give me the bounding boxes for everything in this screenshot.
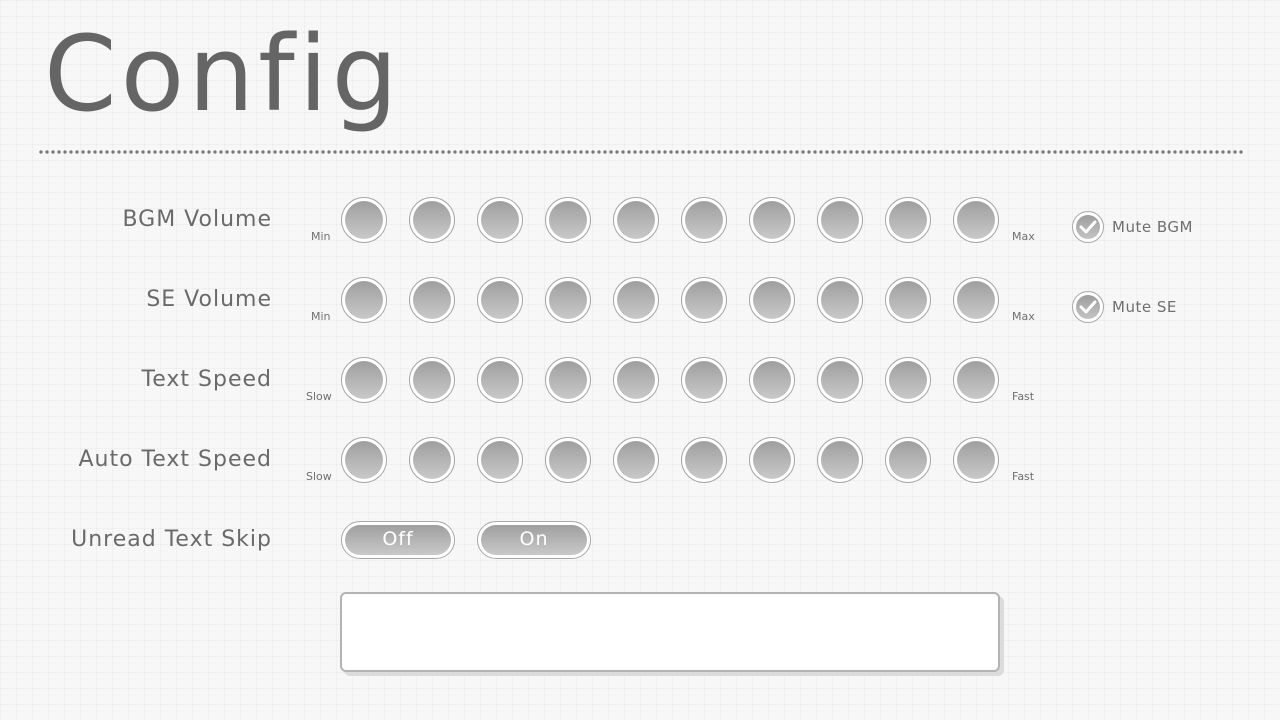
skip-on-button[interactable]: On <box>477 521 591 559</box>
text-speed-step-4[interactable] <box>545 357 591 403</box>
bgm-volume-min-label: Min <box>311 230 331 243</box>
page-title: Config <box>44 13 402 135</box>
se-volume-step-10[interactable] <box>953 277 999 323</box>
skip-off-label: Off <box>382 528 414 550</box>
se-volume-step-2[interactable] <box>409 277 455 323</box>
mute-se-label: Mute SE <box>1112 298 1177 316</box>
text-speed-step-8[interactable] <box>817 357 863 403</box>
auto-text-speed-step-9[interactable] <box>885 437 931 483</box>
auto-text-speed-label: Auto Text Speed <box>78 447 272 472</box>
auto-text-speed-max-label: Fast <box>1012 470 1035 483</box>
dotted-divider <box>38 149 1244 155</box>
bgm-volume-step-10[interactable] <box>953 197 999 243</box>
auto-text-speed-slider <box>341 437 1001 483</box>
bgm-volume-step-6[interactable] <box>681 197 727 243</box>
text-speed-step-1[interactable] <box>341 357 387 403</box>
bgm-volume-step-1[interactable] <box>341 197 387 243</box>
se-volume-step-4[interactable] <box>545 277 591 323</box>
auto-text-speed-step-6[interactable] <box>681 437 727 483</box>
bgm-volume-step-3[interactable] <box>477 197 523 243</box>
checkmark-icon <box>1072 291 1104 323</box>
mute-bgm-checkbox[interactable]: Mute BGM <box>1072 211 1242 243</box>
skip-off-button[interactable]: Off <box>341 521 455 559</box>
text-speed-step-9[interactable] <box>885 357 931 403</box>
auto-text-speed-step-2[interactable] <box>409 437 455 483</box>
message-preview-box <box>340 592 1000 672</box>
auto-text-speed-step-5[interactable] <box>613 437 659 483</box>
text-speed-max-label: Fast <box>1012 390 1035 403</box>
auto-text-speed-step-8[interactable] <box>817 437 863 483</box>
auto-text-speed-step-10[interactable] <box>953 437 999 483</box>
se-volume-step-1[interactable] <box>341 277 387 323</box>
unread-text-skip-label: Unread Text Skip <box>71 527 272 552</box>
se-volume-step-6[interactable] <box>681 277 727 323</box>
se-volume-slider <box>341 277 1001 323</box>
auto-text-speed-step-1[interactable] <box>341 437 387 483</box>
text-speed-step-5[interactable] <box>613 357 659 403</box>
se-volume-step-5[interactable] <box>613 277 659 323</box>
bgm-volume-step-2[interactable] <box>409 197 455 243</box>
text-speed-step-2[interactable] <box>409 357 455 403</box>
bgm-volume-label: BGM Volume <box>122 207 272 232</box>
checkmark-icon <box>1072 211 1104 243</box>
auto-text-speed-step-4[interactable] <box>545 437 591 483</box>
text-speed-step-6[interactable] <box>681 357 727 403</box>
se-volume-min-label: Min <box>311 310 331 323</box>
text-speed-min-label: Slow <box>306 390 332 403</box>
auto-text-speed-step-3[interactable] <box>477 437 523 483</box>
bgm-volume-max-label: Max <box>1012 230 1035 243</box>
bgm-volume-step-8[interactable] <box>817 197 863 243</box>
se-volume-step-9[interactable] <box>885 277 931 323</box>
se-volume-step-8[interactable] <box>817 277 863 323</box>
auto-text-speed-step-7[interactable] <box>749 437 795 483</box>
auto-text-speed-min-label: Slow <box>306 470 332 483</box>
text-speed-step-3[interactable] <box>477 357 523 403</box>
se-volume-max-label: Max <box>1012 310 1035 323</box>
text-speed-step-7[interactable] <box>749 357 795 403</box>
mute-bgm-label: Mute BGM <box>1112 218 1193 236</box>
mute-se-checkbox[interactable]: Mute SE <box>1072 291 1242 323</box>
bgm-volume-step-5[interactable] <box>613 197 659 243</box>
se-volume-step-3[interactable] <box>477 277 523 323</box>
se-volume-step-7[interactable] <box>749 277 795 323</box>
bgm-volume-step-9[interactable] <box>885 197 931 243</box>
se-volume-label: SE Volume <box>146 287 272 312</box>
bgm-volume-step-7[interactable] <box>749 197 795 243</box>
text-speed-label: Text Speed <box>141 367 272 392</box>
skip-on-label: On <box>519 528 549 550</box>
text-speed-slider <box>341 357 1001 403</box>
bgm-volume-step-4[interactable] <box>545 197 591 243</box>
bgm-volume-slider <box>341 197 1001 243</box>
text-speed-step-10[interactable] <box>953 357 999 403</box>
